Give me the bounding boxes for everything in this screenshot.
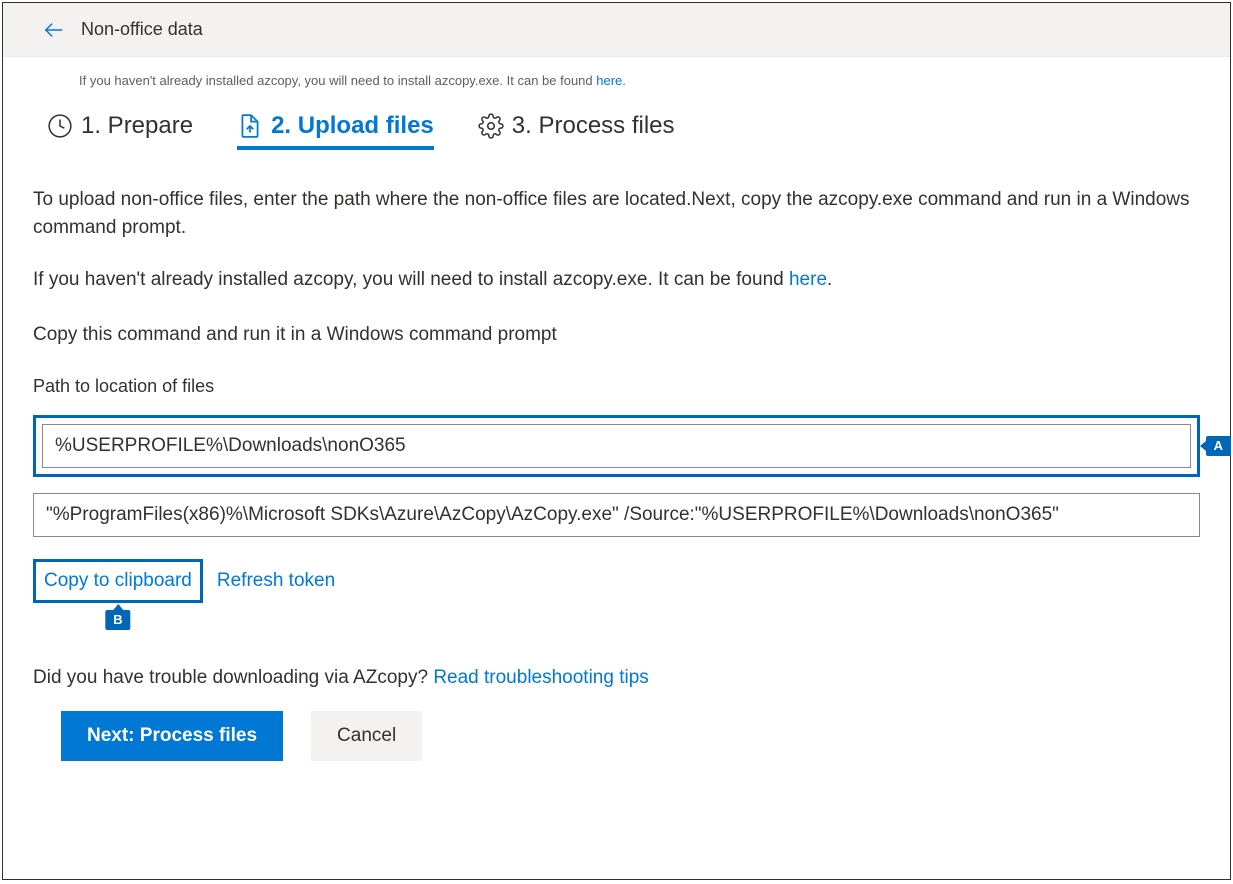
install-note-suffix: . xyxy=(622,73,626,88)
tab-process-label: 3. Process files xyxy=(512,112,675,140)
annotation-marker-b: B xyxy=(105,610,130,630)
path-field-label: Path to location of files xyxy=(33,376,1200,397)
upload-file-icon xyxy=(237,113,263,139)
install-note-top: If you haven't already installed azcopy,… xyxy=(3,57,1230,88)
copy-hint-text: Copy this command and run it in a Window… xyxy=(33,324,1200,346)
troubleshoot-link[interactable]: Read troubleshooting tips xyxy=(433,667,648,688)
path-input[interactable] xyxy=(42,424,1191,468)
tab-prepare-label: 1. Prepare xyxy=(81,112,193,140)
copy-to-clipboard-button[interactable]: Copy to clipboard xyxy=(44,570,192,591)
instructions-text: To upload non-office files, enter the pa… xyxy=(33,186,1200,242)
troubleshoot-prefix: Did you have trouble downloading via AZc… xyxy=(33,667,433,688)
annotation-marker-a: A xyxy=(1206,436,1231,456)
gear-icon xyxy=(478,113,504,139)
troubleshoot-line: Did you have trouble downloading via AZc… xyxy=(33,667,1200,689)
install-note-link[interactable]: here xyxy=(596,73,622,88)
back-arrow-icon[interactable] xyxy=(43,19,65,41)
install-note-body-suffix: . xyxy=(827,269,832,290)
wizard-tabs: 1. Prepare 2. Upload files 3. Process xyxy=(3,88,1230,150)
copy-button-callout: Copy to clipboard B xyxy=(33,559,203,603)
tab-prepare[interactable]: 1. Prepare xyxy=(47,112,193,150)
install-note-body-prefix: If you haven't already installed azcopy,… xyxy=(33,269,789,290)
clock-icon xyxy=(47,113,73,139)
install-note-body: If you haven't already installed azcopy,… xyxy=(33,266,1200,294)
panel-header: Non-office data xyxy=(3,3,1230,57)
cancel-button[interactable]: Cancel xyxy=(311,711,422,761)
panel-title: Non-office data xyxy=(81,19,203,40)
install-note-body-link[interactable]: here xyxy=(789,269,827,290)
install-note-text: If you haven't already installed azcopy,… xyxy=(79,73,596,88)
next-process-files-button[interactable]: Next: Process files xyxy=(61,711,283,761)
refresh-token-link[interactable]: Refresh token xyxy=(217,570,335,592)
command-output: "%ProgramFiles(x86)%\Microsoft SDKs\Azur… xyxy=(33,493,1200,537)
tab-process[interactable]: 3. Process files xyxy=(478,112,675,150)
tab-upload[interactable]: 2. Upload files xyxy=(237,112,434,150)
path-input-callout: A xyxy=(33,415,1200,477)
tab-upload-label: 2. Upload files xyxy=(271,112,434,140)
